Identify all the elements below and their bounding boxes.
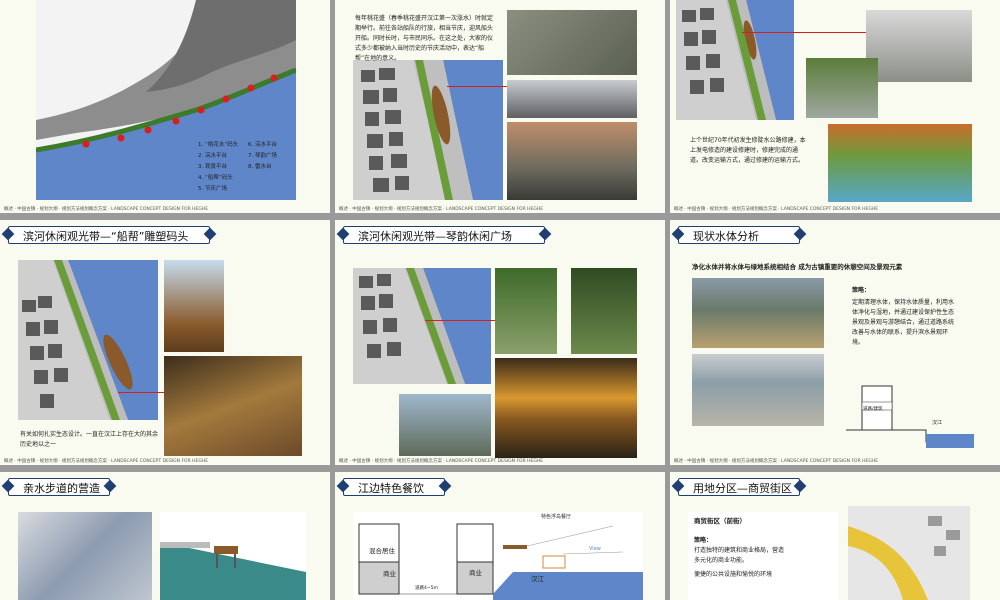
slide-3-text: 上个世纪70年代初发生修陡水公路修建，本上发电修造的建设修建时，修建完成的通道。… — [690, 137, 806, 164]
slide-title: 用地分区—商贸街区 — [693, 482, 792, 495]
plan-map-drawing — [18, 260, 158, 420]
label-mixed-residential: 混合居住 — [369, 547, 395, 555]
garden-photo — [806, 58, 878, 118]
water-label: 汉江 — [932, 420, 943, 426]
fountain-photo — [399, 394, 491, 456]
plan-map-drawing — [353, 60, 503, 200]
slide-1[interactable]: 1. “桃花水”码头 2. 浣水平台 3. 观景平台 4. “船帮”码头 5. … — [0, 0, 330, 213]
slide-footer: 概述 · 中国古镇 · 规划大纲 · 规划方法规划概念方案 · LANDSCAP… — [339, 207, 544, 212]
callout-line — [425, 320, 495, 321]
legend-item: 5. 节庆广场 — [198, 186, 227, 192]
legend-col-1: 1. “桃花水”码头 2. 浣水平台 3. 观景平台 4. “船帮”码头 5. … — [198, 140, 238, 195]
label-road-width: 道路4~5m — [415, 586, 438, 591]
slide-footer: 概述 · 中国古镇 · 规划大纲 · 规划方法规划概念方案 · LANDSCAP… — [674, 459, 879, 464]
green-wall-photo — [571, 268, 637, 354]
slide-footer: 概述 · 中国古镇 · 规划大纲 · 规划方法规划概念方案 · LANDSCAP… — [339, 459, 544, 464]
legend-item: 1. “桃花水”码头 — [198, 142, 239, 148]
box-title: 商贸街区（前街） — [694, 517, 746, 525]
slide-header: 江边特色餐饮 — [336, 478, 452, 496]
slide-header: 滨河休闲观光带—琴韵休闲广场 — [336, 226, 552, 244]
slide-footer: 概述 · 中国古镇 · 规划大纲 · 规划方法规划概念方案 · LANDSCAP… — [4, 459, 209, 464]
relief-photo — [507, 10, 637, 75]
slide-6-heading: 净化水体并将水体与绿地系统相结合 成为古镇重要的休憩空间及景观元素 — [692, 263, 903, 271]
strategy-line: 便捷的公共设施和愉悦的环境 — [694, 571, 773, 578]
label-floating-restaurant: 特色浮岛餐厅 — [541, 514, 572, 520]
sculpture-plaza-photo — [866, 10, 972, 82]
legend-item: 3. 观景平台 — [198, 164, 227, 170]
pier-render — [160, 512, 306, 600]
waterfront-photo — [828, 124, 972, 202]
slide-9[interactable]: 用地分区—商贸街区 商贸街区（前街） 策略： 打造独特的建筑和商业格局，营造 多… — [670, 472, 1000, 600]
label-river: 汉江 — [531, 575, 544, 583]
slide-7[interactable]: 亲水步道的营造 — [0, 472, 330, 600]
slide-header: 用地分区—商贸街区 — [671, 478, 807, 496]
strategy-label: 策略： — [852, 287, 871, 294]
slide-header: 现状水体分析 — [671, 226, 807, 244]
slide-title: 现状水体分析 — [693, 230, 759, 243]
slide-footer: 概述 · 中国古镇 · 规划大纲 · 规划方法规划概念方案 · LANDSCAP… — [674, 207, 879, 212]
slide-title: 亲水步道的营造 — [23, 482, 100, 495]
callout-line — [742, 32, 866, 33]
label-commerce-left: 商业 — [383, 570, 396, 578]
deck-photo — [164, 356, 302, 456]
label-commerce-right: 商业 — [469, 569, 482, 577]
section-diagram — [846, 385, 974, 448]
slide-8[interactable]: 江边特色餐饮 特色浮岛餐厅 View 混合居住 商业 商业 汉江 道路4~5m — [335, 472, 665, 600]
plan-map — [18, 260, 158, 420]
ship-model-photo — [164, 260, 224, 352]
terrain-map — [18, 512, 152, 600]
plan-map — [676, 0, 794, 120]
slide-title: 江边特色餐饮 — [358, 482, 424, 495]
plan-map-drawing — [676, 0, 794, 120]
river-photo-1 — [692, 278, 824, 348]
legend-col-2: 6. 浣水平台 7. 琴韵广场 8. 雷水台 — [248, 140, 277, 173]
legend-item: 4. “船帮”码头 — [198, 175, 233, 181]
diagram-label: 道路/建筑 — [863, 407, 883, 412]
legend-item: 6. 浣水平台 — [248, 142, 277, 148]
plan-map — [353, 60, 503, 200]
slide-4-text: 有关如何扎实生态设计。一直在汉江上存在大的其余历史地以之一 — [20, 431, 159, 448]
river-photo-2 — [692, 354, 824, 426]
slide-4[interactable]: 滨河休闲观光带—“船帮”雕塑码头 有关如何扎实生态设计。一直在汉江上存在大的其余… — [0, 220, 330, 465]
strategy-line: 多元化的商业功能。 — [694, 557, 749, 564]
slide-footer: 概述 · 中国古镇 · 规划大纲 · 规划方法规划概念方案 · LANDSCAP… — [4, 207, 209, 212]
legend-item: 7. 琴韵广场 — [248, 153, 277, 159]
legend-item: 2. 浣水平台 — [198, 153, 227, 159]
callout-line — [447, 86, 507, 87]
sculpture-photo — [507, 122, 637, 200]
plan-map — [353, 268, 491, 384]
slide-2[interactable]: 每年桃花盛（春季桃花盛开汉江第一次涨水）时就定期举行。前往各站船队的行旅，相当节… — [335, 0, 665, 213]
strategy-text: 定期清理水体，保持水体质量，利用水体净化与湿地，并通过建设保护性生态景观及景观与… — [852, 299, 955, 346]
garden-photo — [495, 268, 557, 354]
legend-item: 8. 雷水台 — [248, 164, 272, 170]
zoning-map — [848, 506, 970, 600]
label-view: View — [589, 546, 601, 552]
slide-title: 滨河休闲观光带—“船帮”雕塑码头 — [23, 230, 189, 243]
slide-header: 亲水步道的营造 — [1, 478, 117, 496]
slide-2-text: 每年桃花盛（春季桃花盛开汉江第一次涨水）时就定期举行。前往各站船队的行旅，相当节… — [355, 15, 494, 62]
promenade-photo — [507, 80, 637, 118]
zoning-map-drawing — [848, 506, 970, 600]
slide-3[interactable]: 上个世纪70年代初发生修陡水公路修建，本上发电修造的建设修建时，修建完成的通道。… — [670, 0, 1000, 213]
slide-6[interactable]: 现状水体分析 净化水体并将水体与绿地系统相结合 成为古镇重要的休憩空间及景观元素… — [670, 220, 1000, 465]
slide-header: 滨河休闲观光带—“船帮”雕塑码头 — [1, 226, 217, 244]
slide-title: 滨河休闲观光带—琴韵休闲广场 — [358, 230, 512, 243]
strategy-label: 策略： — [694, 537, 713, 544]
sunset-photo — [495, 358, 637, 458]
callout-line — [118, 392, 164, 393]
strategy-line: 打造独特的建筑和商业格局，营造 — [694, 547, 785, 554]
plan-map-drawing — [353, 268, 491, 384]
slide-5[interactable]: 滨河休闲观光带—琴韵休闲广场 概述 · 中国古镇 · 规划大纲 · 规划方法规划… — [335, 220, 665, 465]
section-diagram — [353, 512, 643, 600]
